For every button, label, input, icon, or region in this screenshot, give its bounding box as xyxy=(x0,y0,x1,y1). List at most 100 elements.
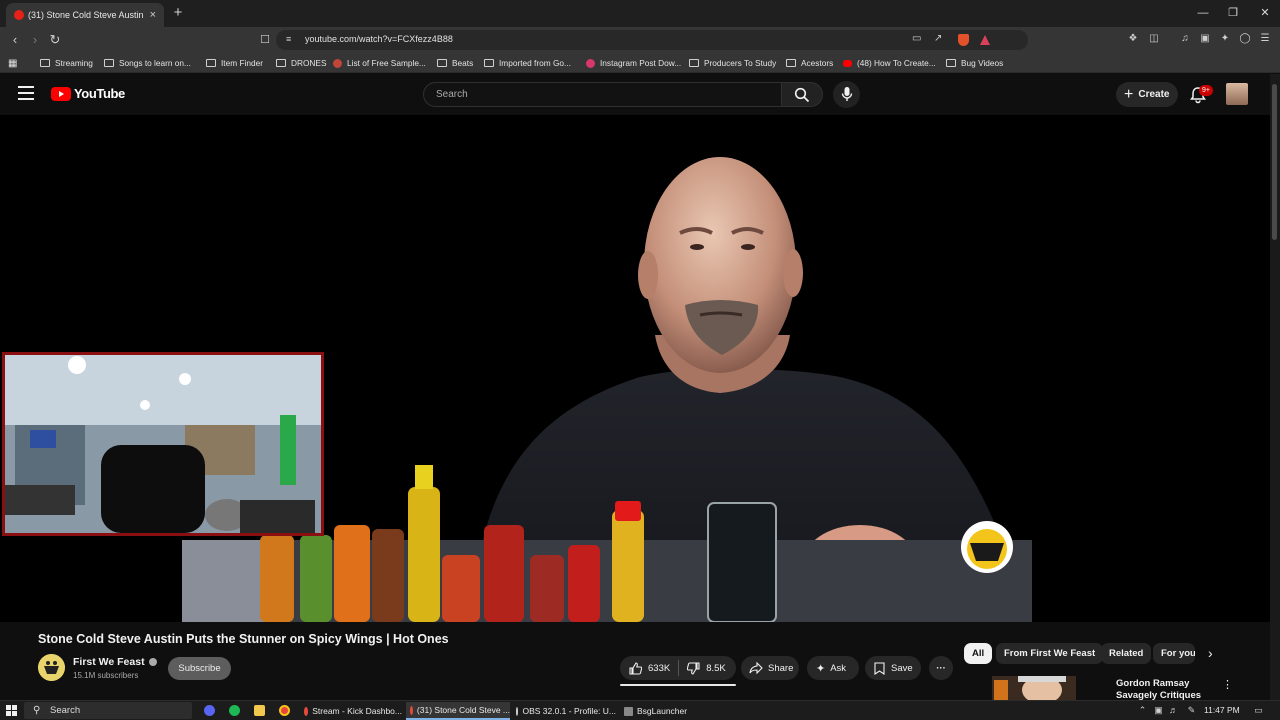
bookmark-songs[interactable]: Songs to learn on... xyxy=(104,56,191,70)
taskbar-app-kick[interactable]: Stream - Kick Dashbo... xyxy=(300,702,402,720)
extensions-icon[interactable]: ❖ xyxy=(1126,32,1140,46)
address-bar[interactable]: ≡ youtube.com/watch?v=FCXfezz4B88 ▭ ↗ xyxy=(276,30,1028,50)
youtube-favicon-icon xyxy=(14,10,24,20)
taskbar-search-label: Search xyxy=(50,705,81,716)
vpn-icon[interactable]: ◯ xyxy=(1238,32,1252,46)
bookmark-label: Producers To Study xyxy=(704,58,777,68)
file-explorer-icon[interactable] xyxy=(254,705,265,716)
recommended-more-icon[interactable]: ⋮ xyxy=(1222,678,1233,691)
browser-menu-icon[interactable]: ☰ xyxy=(1258,32,1272,46)
close-tab-icon[interactable]: × xyxy=(150,9,156,21)
new-tab-button[interactable]: + xyxy=(170,5,186,21)
network-icon[interactable]: ▣ xyxy=(1153,705,1164,716)
tab-title: (31) Stone Cold Steve Austin Put... xyxy=(28,10,144,20)
close-window-icon[interactable]: ✕ xyxy=(1250,4,1280,22)
back-icon[interactable]: ‹ xyxy=(7,32,23,48)
share-arrow-icon xyxy=(749,662,763,674)
taskbar-app-obs[interactable]: OBS 32.0.1 - Profile: U... xyxy=(512,702,616,720)
brave-rewards-icon[interactable] xyxy=(980,35,990,45)
wallet-icon[interactable]: ▣ xyxy=(1198,32,1212,46)
spotify-icon[interactable] xyxy=(229,705,240,716)
scrollbar-thumb[interactable] xyxy=(1272,84,1277,240)
bookmark-how-to-create[interactable]: (48) How To Create... xyxy=(843,56,936,70)
discord-icon[interactable] xyxy=(204,705,215,716)
account-avatar[interactable] xyxy=(1226,83,1248,105)
recommended-video-thumbnail[interactable] xyxy=(992,676,1076,700)
minimize-icon[interactable]: — xyxy=(1188,4,1218,22)
youtube-icon xyxy=(843,59,852,67)
chips-next-icon[interactable]: › xyxy=(1208,645,1213,661)
thumbs-down-icon xyxy=(687,661,700,675)
more-actions-button[interactable]: ··· xyxy=(929,656,953,680)
browser-tab-active[interactable]: (31) Stone Cold Steve Austin Put... × xyxy=(6,3,164,27)
volume-icon[interactable]: ♬ xyxy=(1168,705,1179,716)
search-input[interactable]: Search xyxy=(423,82,782,107)
chip-related[interactable]: Related xyxy=(1101,643,1152,664)
site-info-icon[interactable]: ≡ xyxy=(286,34,291,44)
webcam-overlay xyxy=(2,352,324,536)
taskbar-app-bsglauncher[interactable]: BsgLauncher xyxy=(620,702,690,720)
channel-name-label: First We Feast xyxy=(73,656,145,668)
taskbar-search-input[interactable]: ⚲ Search xyxy=(24,702,192,719)
pen-icon[interactable]: ✎ xyxy=(1186,705,1197,716)
windows-start-icon[interactable] xyxy=(6,705,17,716)
share-page-icon[interactable]: ↗ xyxy=(934,33,942,44)
share-button[interactable]: Share xyxy=(741,656,799,680)
dislike-button[interactable]: 8.5K xyxy=(679,656,734,680)
bookmark-bug-videos[interactable]: Bug Videos xyxy=(946,56,1003,70)
bookmark-label: Item Finder xyxy=(221,58,263,68)
chip-from-first-we-feast[interactable]: From First We Feast xyxy=(996,643,1104,664)
sparkle-icon: ✦ xyxy=(816,662,826,675)
windows-taskbar: ⚲ Search Stream - Kick Dashbo... (31) St… xyxy=(0,700,1280,720)
reload-icon[interactable]: ↻ xyxy=(47,32,63,48)
save-button[interactable]: Save xyxy=(865,656,921,680)
bookmarks-bar: ▦ Streaming Songs to learn on... Item Fi… xyxy=(0,53,1280,73)
browser-tab-strip: (31) Stone Cold Steve Austin Put... × + … xyxy=(0,0,1280,27)
media-icon[interactable]: ♫ xyxy=(1178,32,1192,46)
restore-icon[interactable]: ❐ xyxy=(1218,4,1248,22)
bookmark-free-samples[interactable]: List of Free Sample... xyxy=(333,56,426,70)
bookmark-producers[interactable]: Producers To Study xyxy=(689,56,776,70)
apps-grid-icon[interactable]: ▦ xyxy=(8,56,17,70)
like-dislike-group: 633K 8.5K xyxy=(620,656,736,680)
bookmark-streaming[interactable]: Streaming xyxy=(40,56,93,70)
like-button[interactable]: 633K xyxy=(620,656,678,680)
bookmark-label: DRONES xyxy=(291,58,327,68)
youtube-logo[interactable]: YouTube xyxy=(51,86,125,101)
chip-for-you[interactable]: For you xyxy=(1153,643,1195,664)
notification-count-badge: 9+ xyxy=(1199,85,1213,96)
folder-icon xyxy=(484,59,494,67)
hamburger-menu-icon[interactable] xyxy=(18,86,34,100)
channel-avatar[interactable] xyxy=(38,654,65,681)
taskbar-app-label: (31) Stone Cold Steve ... xyxy=(416,705,510,715)
bookmark-instagram[interactable]: Instagram Post Dow... xyxy=(586,56,681,70)
search-button[interactable] xyxy=(781,82,823,107)
search-placeholder: Search xyxy=(436,89,468,100)
forward-icon[interactable]: › xyxy=(27,32,43,48)
recommended-video-title[interactable]: Gordon Ramsay Savagely Critiques xyxy=(1116,678,1216,700)
chip-all[interactable]: All xyxy=(964,643,993,664)
ask-button[interactable]: ✦ Ask xyxy=(807,656,859,680)
bookmark-item-finder[interactable]: Item Finder xyxy=(206,56,263,70)
bookmark-page-icon[interactable]: ☐ xyxy=(257,32,273,48)
folder-icon xyxy=(786,59,796,67)
bookmark-label: Imported from Go... xyxy=(499,58,571,68)
create-button[interactable]: + Create xyxy=(1116,82,1178,107)
channel-name[interactable]: First We Feast xyxy=(73,656,157,668)
tray-overflow-icon[interactable]: ⌃ xyxy=(1137,705,1148,716)
leo-ai-icon[interactable]: ✦ xyxy=(1218,32,1232,46)
brave-shield-icon[interactable] xyxy=(958,34,969,46)
bookmark-drones[interactable]: DRONES xyxy=(276,56,327,70)
folder-icon xyxy=(276,59,286,67)
bookmark-acestors[interactable]: Acestors xyxy=(786,56,833,70)
subscribe-button[interactable]: Subscribe xyxy=(168,657,231,680)
voice-search-button[interactable] xyxy=(833,81,860,108)
cast-icon[interactable]: ▭ xyxy=(912,33,921,44)
sidebar-icon[interactable]: ◫ xyxy=(1147,32,1161,46)
notification-center-icon[interactable]: ▭ xyxy=(1253,705,1264,716)
bookmark-imported[interactable]: Imported from Go... xyxy=(484,56,571,70)
chrome-icon[interactable] xyxy=(279,705,290,716)
bookmark-beats[interactable]: Beats xyxy=(437,56,473,70)
taskbar-clock[interactable]: 11:47 PM xyxy=(1204,705,1240,715)
taskbar-app-youtube[interactable]: (31) Stone Cold Steve ... xyxy=(406,702,510,720)
